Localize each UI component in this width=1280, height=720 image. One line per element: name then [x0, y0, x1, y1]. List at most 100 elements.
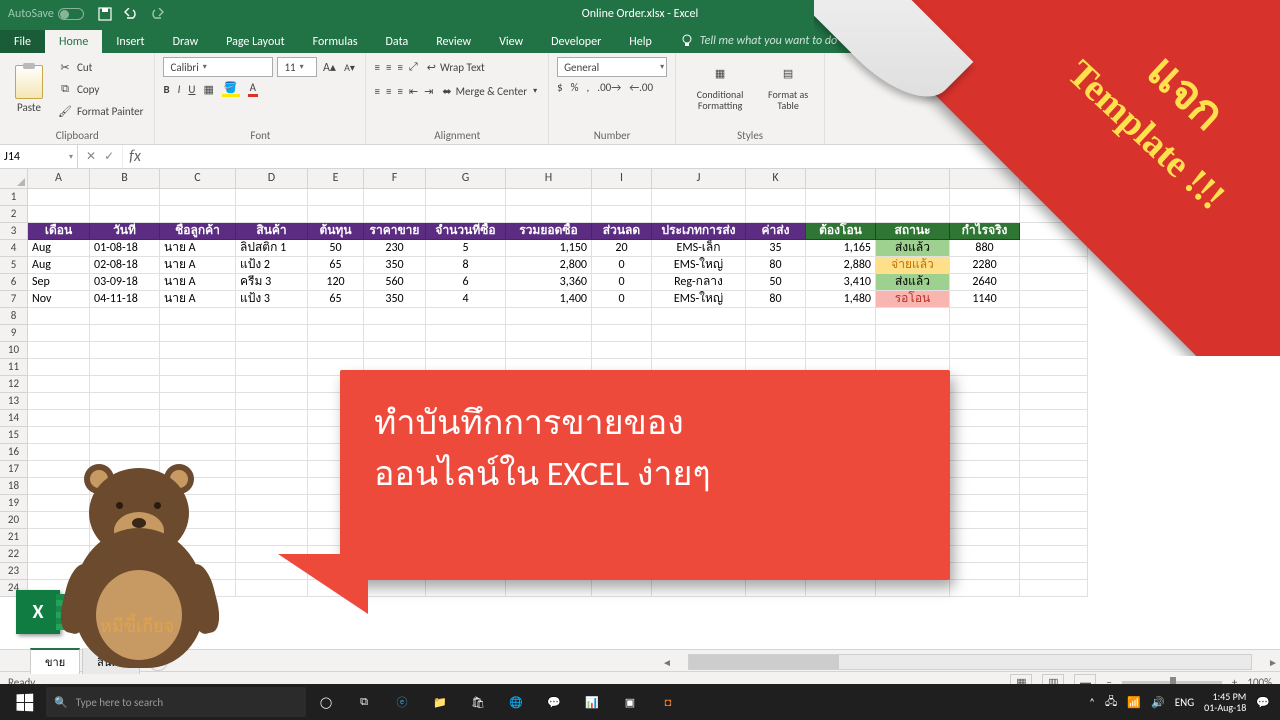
cell[interactable] — [950, 410, 1020, 427]
conditional-formatting-button[interactable]: ▦ Conditional Formatting — [684, 57, 756, 113]
cell[interactable] — [90, 393, 160, 410]
name-box[interactable]: J14▾ — [0, 145, 78, 168]
cell[interactable]: Aug — [28, 240, 90, 257]
camtasia-icon[interactable]: ◘ — [650, 684, 686, 720]
cell[interactable] — [950, 461, 1020, 478]
cell[interactable] — [876, 325, 950, 342]
cell[interactable] — [506, 189, 592, 206]
cell[interactable] — [28, 427, 90, 444]
cell[interactable] — [28, 359, 90, 376]
cell[interactable] — [160, 342, 236, 359]
cell[interactable]: นาย A — [160, 240, 236, 257]
tab-file[interactable]: File — [0, 30, 45, 53]
cell[interactable] — [160, 393, 236, 410]
cell[interactable] — [236, 342, 308, 359]
copy-button[interactable]: ⧉Copy — [54, 79, 146, 99]
row-header[interactable]: 2 — [0, 206, 28, 223]
cell[interactable] — [308, 206, 364, 223]
cell[interactable]: ต้องโอน — [806, 223, 876, 240]
row-header[interactable]: 20 — [0, 512, 28, 529]
cell[interactable] — [426, 206, 506, 223]
notifications-icon[interactable]: 💬 — [1256, 696, 1270, 709]
col-header[interactable] — [806, 169, 876, 188]
autosave-toggle[interactable]: AutoSave — [8, 7, 84, 21]
cell[interactable]: แป้ง 3 — [236, 291, 308, 308]
cell[interactable] — [160, 189, 236, 206]
align-top-icon[interactable]: ≡ — [374, 61, 379, 74]
tab-page-layout[interactable]: Page Layout — [212, 30, 298, 53]
cell[interactable]: แป้ง 2 — [236, 257, 308, 274]
cell[interactable] — [652, 189, 746, 206]
cell[interactable] — [160, 308, 236, 325]
cell[interactable]: 2,800 — [506, 257, 592, 274]
chrome-icon[interactable]: 🌐 — [498, 684, 534, 720]
cell[interactable] — [950, 546, 1020, 563]
cell[interactable] — [236, 478, 308, 495]
tell-me-search[interactable]: Tell me what you want to do — [670, 29, 847, 53]
row-header[interactable]: 22 — [0, 546, 28, 563]
cell[interactable] — [652, 308, 746, 325]
cell[interactable]: ต้นทุน — [308, 223, 364, 240]
row-header[interactable]: 18 — [0, 478, 28, 495]
cell[interactable] — [364, 342, 426, 359]
cell[interactable] — [592, 189, 652, 206]
cell[interactable]: Nov — [28, 291, 90, 308]
cell[interactable] — [364, 325, 426, 342]
cell[interactable] — [236, 189, 308, 206]
format-painter-button[interactable]: 🖌Format Painter — [54, 101, 146, 121]
cell[interactable] — [746, 580, 806, 597]
store-icon[interactable]: 🛍 — [460, 684, 496, 720]
increase-indent-icon[interactable]: ⇥ — [424, 85, 433, 98]
cell[interactable]: รอโอน — [876, 291, 950, 308]
cell[interactable] — [506, 342, 592, 359]
network-icon[interactable]: 🖧 — [1105, 693, 1117, 712]
cell[interactable]: EMS-ใหญ่ — [652, 257, 746, 274]
cell[interactable] — [90, 342, 160, 359]
cut-button[interactable]: ✂Cut — [54, 57, 146, 77]
cell[interactable] — [90, 444, 160, 461]
cell[interactable] — [1020, 529, 1088, 546]
percent-icon[interactable]: % — [571, 81, 579, 94]
cell[interactable] — [1020, 410, 1088, 427]
cell[interactable] — [592, 580, 652, 597]
underline-button[interactable]: U — [188, 83, 195, 96]
merge-center-button[interactable]: ⬌Merge & Center▾ — [439, 81, 540, 101]
cell[interactable] — [28, 206, 90, 223]
cell[interactable]: 2280 — [950, 257, 1020, 274]
cell[interactable]: 1,150 — [506, 240, 592, 257]
cell[interactable]: จ่ายแล้ว — [876, 257, 950, 274]
col-header[interactable]: C — [160, 169, 236, 188]
scroll-right-icon[interactable]: ► — [1266, 656, 1280, 669]
cell[interactable] — [950, 308, 1020, 325]
app-icon[interactable]: ▣ — [612, 684, 648, 720]
cell[interactable] — [1020, 461, 1088, 478]
cell[interactable] — [236, 495, 308, 512]
cell[interactable] — [876, 342, 950, 359]
cell[interactable] — [1020, 495, 1088, 512]
cell[interactable] — [90, 410, 160, 427]
cell[interactable]: 3,410 — [806, 274, 876, 291]
cell[interactable] — [236, 427, 308, 444]
cell[interactable]: 80 — [746, 291, 806, 308]
accounting-icon[interactable]: $ — [557, 81, 563, 94]
cell[interactable]: สถานะ — [876, 223, 950, 240]
cell[interactable]: Reg-กลาง — [652, 274, 746, 291]
cell[interactable] — [90, 325, 160, 342]
task-view-icon[interactable]: ⧉ — [346, 684, 382, 720]
cancel-icon[interactable]: ✕ — [86, 149, 96, 164]
align-bottom-icon[interactable]: ≡ — [397, 61, 402, 74]
cell[interactable]: 230 — [364, 240, 426, 257]
cell[interactable] — [364, 308, 426, 325]
cell[interactable] — [236, 206, 308, 223]
cell[interactable] — [950, 529, 1020, 546]
cell[interactable]: 1,400 — [506, 291, 592, 308]
wifi-icon[interactable]: 📶 — [1127, 696, 1141, 709]
col-header[interactable] — [950, 169, 1020, 188]
cortana-icon[interactable]: ◯ — [308, 684, 344, 720]
scroll-left-icon[interactable]: ◄ — [660, 656, 674, 669]
col-header[interactable]: K — [746, 169, 806, 188]
increase-font-icon[interactable]: A▴ — [321, 59, 337, 75]
cell[interactable]: 3,360 — [506, 274, 592, 291]
cell[interactable] — [28, 342, 90, 359]
start-button[interactable] — [4, 694, 44, 711]
